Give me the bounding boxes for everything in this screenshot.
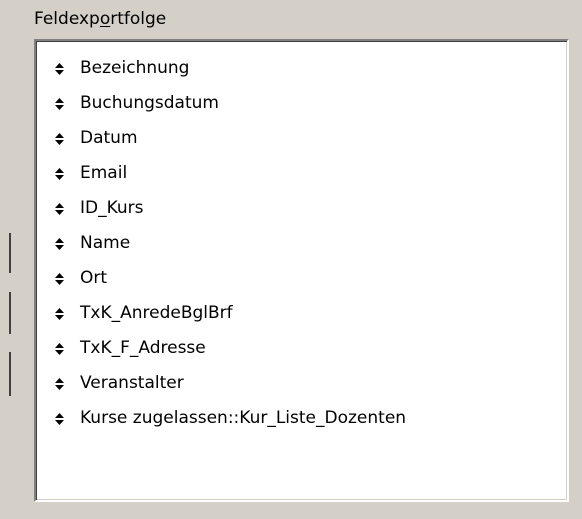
field-order-listbox[interactable]: Bezeichnung Buchungsdatum Datum Email ID_Kur… (34, 39, 569, 502)
move-handle-icon[interactable] (53, 296, 65, 331)
field-list-item[interactable]: Datum (36, 121, 567, 156)
field-list-item[interactable]: TxK_F_Adresse (36, 331, 567, 366)
label-part-1: Feldexp (34, 9, 100, 29)
field-list: Bezeichnung Buchungsdatum Datum Email ID_Kur… (36, 41, 567, 436)
move-handle-icon[interactable] (53, 401, 65, 436)
field-label: Name (80, 233, 131, 253)
field-label: Datum (80, 128, 138, 148)
field-label: Kurse zugelassen::Kur_Liste_Dozenten (80, 408, 407, 428)
field-list-item[interactable]: Kurse zugelassen::Kur_Liste_Dozenten (36, 401, 567, 436)
move-handle-icon[interactable] (53, 121, 65, 156)
field-label: ID_Kurs (80, 198, 144, 218)
field-label: TxK_F_Adresse (80, 338, 206, 358)
edge-divider (9, 292, 11, 334)
field-label: Bezeichnung (80, 58, 190, 78)
field-export-order-label: Feldexportfolge (34, 7, 166, 31)
move-handle-icon[interactable] (53, 86, 65, 121)
field-list-item[interactable]: ID_Kurs (36, 191, 567, 226)
field-label: Veranstalter (80, 373, 184, 393)
move-handle-icon[interactable] (53, 191, 65, 226)
field-list-item[interactable]: Buchungsdatum (36, 86, 567, 121)
edge-divider (9, 352, 11, 396)
field-list-item[interactable]: Bezeichnung (36, 51, 567, 86)
field-list-item[interactable]: Veranstalter (36, 366, 567, 401)
move-handle-icon[interactable] (53, 226, 65, 261)
field-list-item[interactable]: Email (36, 156, 567, 191)
field-list-item[interactable]: TxK_AnredeBglBrf (36, 296, 567, 331)
field-list-item[interactable]: Name (36, 226, 567, 261)
field-label: Ort (80, 268, 108, 288)
field-label: TxK_AnredeBglBrf (80, 303, 233, 323)
edge-divider (9, 233, 11, 273)
field-label: Buchungsdatum (80, 93, 219, 113)
move-handle-icon[interactable] (53, 156, 65, 191)
move-handle-icon[interactable] (53, 51, 65, 86)
move-handle-icon[interactable] (53, 366, 65, 401)
field-label: Email (80, 163, 128, 183)
move-handle-icon[interactable] (53, 331, 65, 366)
label-part-2: rtfolge (110, 9, 167, 29)
move-handle-icon[interactable] (53, 261, 65, 296)
label-accelerator-key: o (99, 9, 111, 29)
field-list-item[interactable]: Ort (36, 261, 567, 296)
